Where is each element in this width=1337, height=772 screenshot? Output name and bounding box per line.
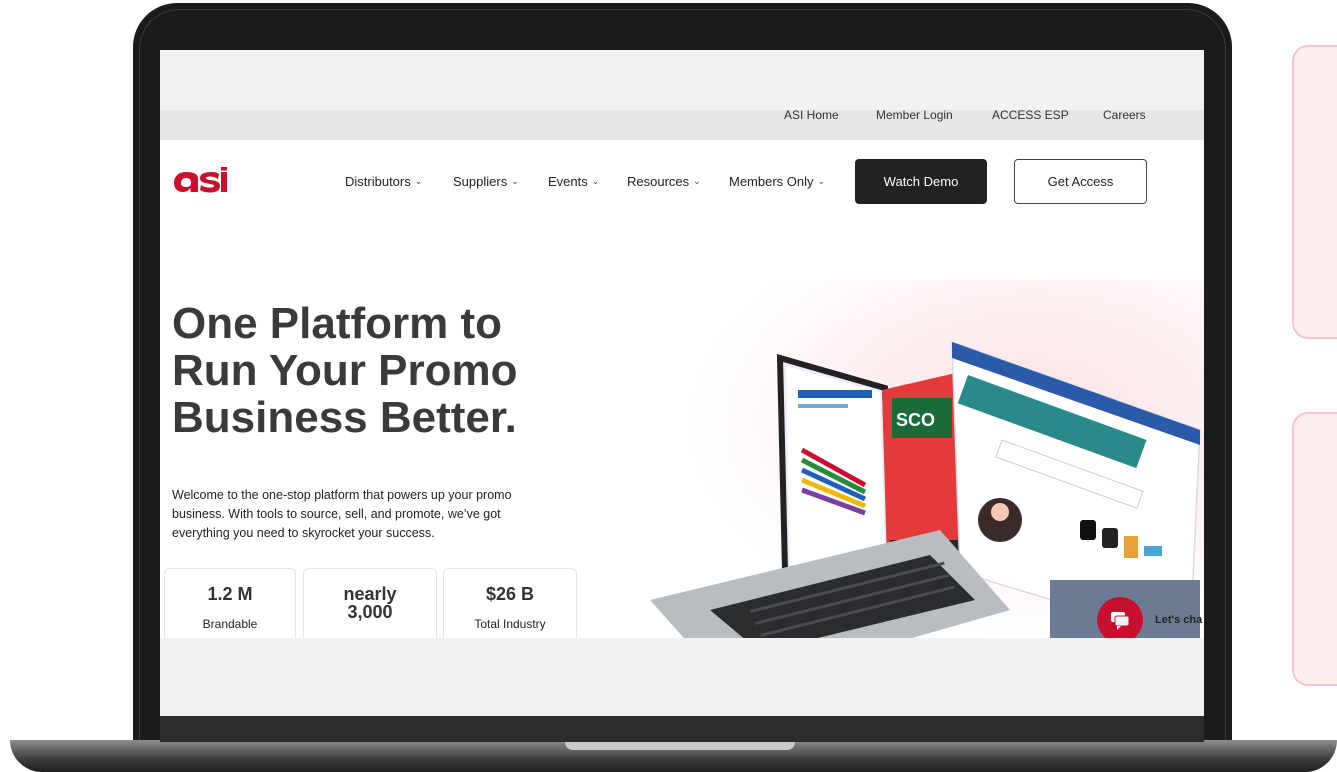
stat-card: nearly 3,000 — [303, 568, 437, 638]
chat-label[interactable]: Let's cha — [1155, 614, 1202, 626]
utility-bar: ASI Home Member Login ACCESS ESP Careers — [160, 110, 1204, 140]
stat-label: Brandable — [202, 617, 258, 631]
util-link-asi-home[interactable]: ASI Home — [784, 110, 839, 121]
hero-title-line: Business Better. — [172, 393, 517, 442]
website: ASI Home Member Login ACCESS ESP Careers… — [160, 110, 1204, 638]
nav-distributors[interactable]: Distributors ⌄ — [345, 174, 422, 189]
nav-label: Suppliers — [453, 174, 508, 189]
laptop-screen: ASI Home Member Login ACCESS ESP Careers… — [160, 50, 1204, 716]
get-access-button[interactable]: Get Access — [1014, 159, 1147, 204]
svg-text:SCO: SCO — [896, 410, 935, 430]
chat-bubble-icon — [1111, 612, 1130, 630]
stat-value: $26 B — [485, 584, 535, 604]
watch-demo-button[interactable]: Watch Demo — [855, 159, 987, 204]
hero-title-line: One Platform to — [172, 299, 503, 348]
chevron-down-icon: ⌄ — [817, 176, 826, 186]
nav-label: Events — [548, 174, 588, 189]
side-card-bottom — [1292, 412, 1337, 686]
product-screens-illustration: SCO — [630, 280, 1204, 638]
nav-suppliers[interactable]: Suppliers ⌄ — [453, 174, 519, 189]
util-link-access-esp[interactable]: ACCESS ESP — [992, 110, 1069, 121]
chevron-down-icon: ⌄ — [414, 176, 423, 186]
screen-bezel-bottom — [160, 716, 1204, 742]
chevron-down-icon: ⌄ — [511, 176, 519, 186]
stat-value: 1.2 M — [207, 584, 253, 604]
nav-label: Members Only — [729, 174, 814, 189]
hero-description: Welcome to the one-stop platform that po… — [172, 488, 512, 540]
chevron-down-icon: ⌄ — [591, 176, 600, 186]
nav-label: Resources — [627, 174, 690, 189]
util-link-member-login[interactable]: Member Login — [876, 110, 953, 121]
stat-value: nearly 3,000 — [343, 584, 397, 622]
hero-title-line: Run Your Promo — [172, 346, 518, 395]
nav-resources[interactable]: Resources ⌄ — [627, 174, 701, 189]
side-card-top — [1292, 45, 1337, 339]
chat-button[interactable] — [1097, 597, 1143, 638]
nav-members-only[interactable]: Members Only ⌄ — [729, 174, 825, 189]
chevron-down-icon: ⌄ — [693, 176, 701, 186]
util-link-careers[interactable]: Careers — [1103, 110, 1146, 121]
stat-card: 1.2 M Brandable — [164, 568, 296, 638]
hero-title: One Platform to Run Your Promo Business … — [172, 300, 518, 441]
stat-card: $26 B Total Industry — [443, 568, 577, 638]
nav-events[interactable]: Events ⌄ — [548, 174, 599, 189]
asi-logo[interactable] — [172, 167, 228, 195]
nav-label: Distributors — [345, 174, 411, 189]
stat-label: Total Industry — [474, 617, 546, 631]
